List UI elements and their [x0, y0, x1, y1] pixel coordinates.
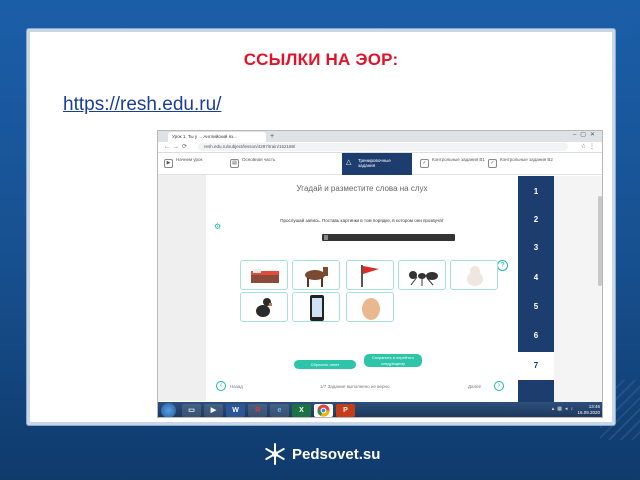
lesson-nav-label: Начнем урок — [176, 157, 203, 162]
task-number-3[interactable]: 3 — [518, 234, 554, 262]
lesson-nav-label: Тренировочные задания — [358, 158, 391, 168]
reset-button[interactable]: Сбросить ответ — [294, 360, 356, 369]
flag-icon — [361, 265, 379, 287]
powerpoint-icon[interactable]: P — [336, 404, 355, 417]
picture-tile-phone[interactable] — [292, 292, 340, 322]
lesson-nav-item-training[interactable]: △ Тренировочные задания — [342, 153, 412, 175]
horse-icon — [305, 267, 328, 287]
task-bottom-nav: ‹ Назад 1/7 Задание выполнено не верно Д… — [210, 381, 514, 393]
prev-arrow-icon[interactable]: ‹ — [216, 381, 226, 391]
book-icon: ▤ — [230, 159, 239, 168]
page-right-margin — [554, 176, 602, 402]
task-number-4[interactable]: 4 — [518, 264, 554, 292]
save-next-button[interactable]: Сохранить и перейти к следующему — [364, 354, 422, 367]
task-number-5[interactable]: 5 — [518, 293, 554, 321]
play-icon[interactable] — [324, 235, 328, 240]
slide-title: ССЫЛКИ НА ЭОР: — [243, 50, 399, 69]
check-icon: ✓ — [488, 159, 497, 168]
left-margin — [158, 175, 206, 401]
lesson-nav: ▶ Начнем урок ▤ Основная часть △ Трениро… — [158, 153, 602, 175]
settings-icon[interactable]: ⚙ — [214, 222, 221, 231]
picture-tile-bed[interactable] — [240, 260, 288, 290]
task-number-6[interactable]: 6 — [518, 322, 554, 350]
task-number-2[interactable]: 2 — [518, 206, 554, 234]
word-icon[interactable]: W — [226, 404, 245, 417]
task-area: Угадай и разместите слова на слух ⚙ Прос… — [206, 176, 518, 402]
pedsovet-logo: Pedsovet.su — [264, 442, 380, 466]
picture-tile-dog[interactable] — [240, 292, 288, 322]
task-number-7[interactable]: 7 — [518, 352, 554, 380]
dog-icon — [256, 298, 272, 317]
browser-tabbar: Урок 1. Ты у ... Английский яз... + –▢✕ — [158, 131, 602, 142]
chrome-icon[interactable] — [314, 404, 333, 417]
lesson-nav-label: Контрольные задания В1 — [432, 157, 485, 162]
ant-icon — [409, 271, 438, 286]
phone-icon — [310, 295, 324, 321]
excel-icon[interactable]: X — [292, 404, 311, 417]
picture-tile-horse[interactable] — [292, 260, 340, 290]
picture-tile-egg[interactable] — [346, 292, 394, 322]
task-number-1[interactable]: 1 — [518, 178, 554, 206]
start-button[interactable] — [161, 403, 176, 417]
play-icon: ▶ — [164, 159, 173, 168]
ie-icon[interactable]: e — [270, 404, 289, 417]
lesson-nav-item-control-2[interactable]: ✓ Контрольные задания В2 — [488, 157, 553, 171]
scrollbar-thumb[interactable] — [598, 196, 602, 286]
browser-tab[interactable]: Урок 1. Ты у ... Английский яз... — [168, 132, 266, 142]
prev-label[interactable]: Назад — [230, 384, 243, 389]
media-icon[interactable]: ▶ — [204, 404, 223, 417]
new-tab-icon[interactable]: + — [270, 133, 278, 140]
windows-taskbar: ▭ ▶ W Я e X P ▴▦◂♪ 13:46 16.09.2020 — [158, 402, 602, 417]
resh-link[interactable]: https://resh.edu.ru/ — [63, 94, 221, 116]
next-label[interactable]: Далее — [468, 384, 481, 389]
picture-tile-cat[interactable] — [450, 260, 498, 290]
task-description: Прослушай запись. Поставь картинки в том… — [280, 218, 444, 223]
check-icon: ✓ — [420, 159, 429, 168]
task-status-note: 1/7 Задание выполнено не верно — [320, 384, 390, 389]
cat-icon — [467, 266, 483, 286]
slide-card: ССЫЛКИ НА ЭОР: https://resh.edu.ru/ Урок… — [27, 29, 615, 425]
embedded-browser-screenshot: Урок 1. Ты у ... Английский яз... + –▢✕ … — [157, 130, 603, 418]
chrome-logo — [317, 404, 330, 417]
clock-date: 16.09.2020 — [577, 410, 600, 415]
browser-addressbar: ←→⟳ resh.edu.ru/subject/lesson/4297/trai… — [158, 142, 602, 153]
lesson-nav-item-control-1[interactable]: ✓ Контрольные задания В1 — [420, 157, 485, 171]
picture-tile-ant[interactable] — [398, 260, 446, 290]
url-field[interactable]: resh.edu.ru/subject/lesson/4297/train/15… — [198, 143, 568, 151]
browser-menu-icon[interactable]: ☆⋮ — [581, 143, 598, 150]
task-number-bar: 1 2 3 4 5 6 7 — [518, 176, 554, 402]
taskbar-clock[interactable]: 13:46 16.09.2020 — [577, 404, 600, 416]
nav-arrows-icon[interactable]: ←→⟳ — [164, 143, 190, 150]
egg-icon — [362, 298, 380, 320]
folder-icon[interactable]: ▭ — [182, 404, 201, 417]
triangle-icon: △ — [346, 159, 352, 166]
system-tray[interactable]: ▴▦◂♪ — [552, 406, 576, 412]
footer-brand: Pedsovet.su — [292, 445, 381, 463]
help-icon[interactable]: ? — [497, 260, 508, 271]
picture-tile-flag[interactable] — [346, 260, 394, 290]
lesson-nav-label: Основная часть — [242, 157, 276, 162]
snowflake-icon — [265, 443, 285, 465]
lesson-nav-label: Контрольные задания В2 — [500, 157, 553, 162]
window-controls[interactable]: –▢✕ — [573, 131, 599, 138]
next-arrow-icon[interactable]: › — [494, 381, 504, 391]
lesson-nav-item-start[interactable]: ▶ Начнем урок — [164, 157, 203, 171]
yandex-icon[interactable]: Я — [248, 404, 267, 417]
lesson-nav-item-main[interactable]: ▤ Основная часть — [230, 157, 275, 171]
audio-player[interactable] — [322, 234, 455, 241]
task-title: Угадай и разместите слова на слух — [296, 184, 428, 193]
bed-icon — [251, 269, 279, 283]
